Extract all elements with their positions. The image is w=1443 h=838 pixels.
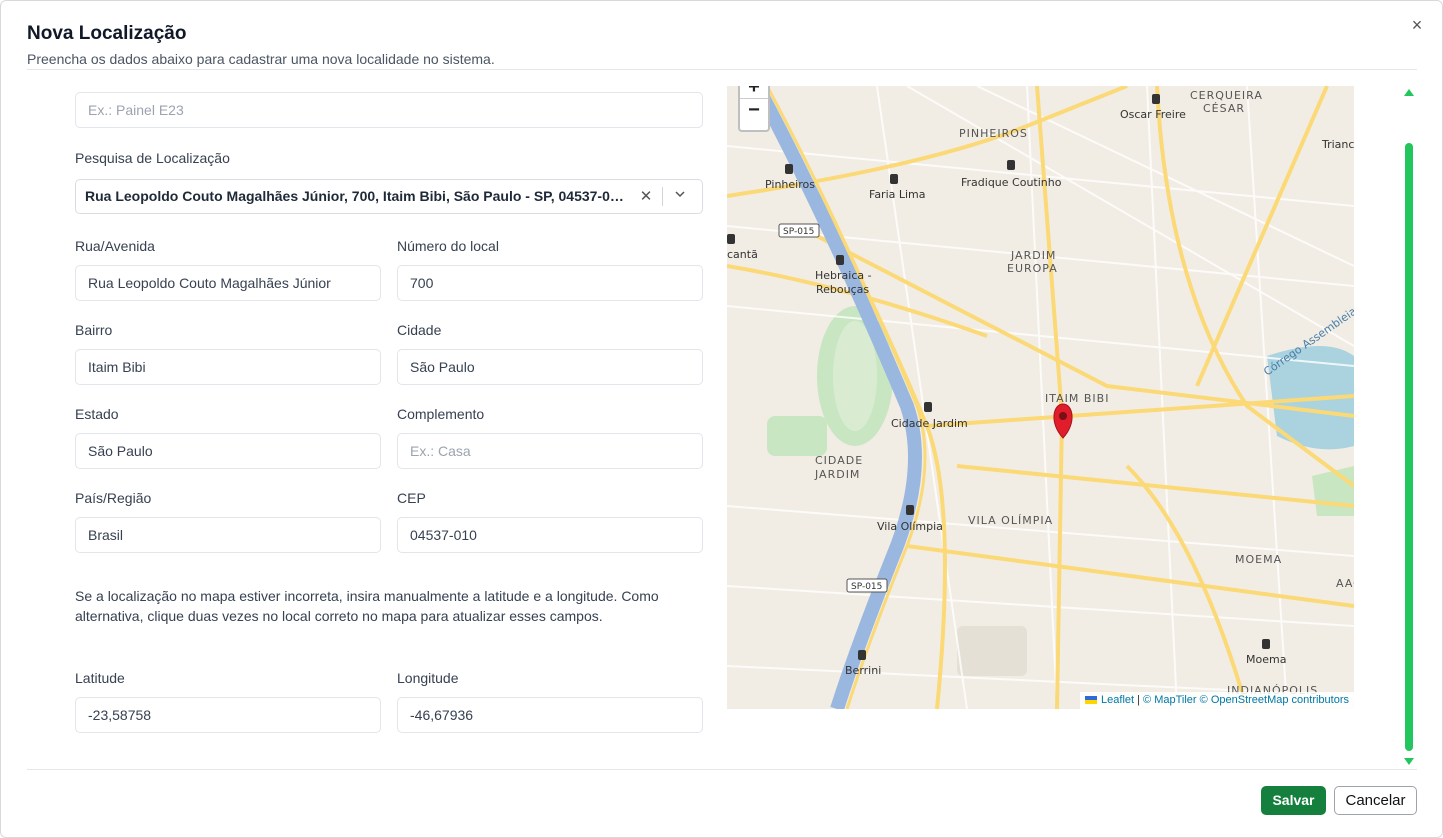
map-attribution: Leaflet | © MapTiler © OpenStreetMap con… <box>1080 692 1354 709</box>
map-label: JARDIM <box>814 468 860 481</box>
map-label: Vila Olímpia <box>877 520 943 533</box>
map-label: Oscar Freire <box>1120 108 1186 121</box>
longitude-label: Longitude <box>397 670 459 686</box>
attribution-separator: | <box>1134 694 1144 706</box>
clear-icon[interactable]: ✕ <box>636 180 656 213</box>
map-label: Trianc <box>1321 138 1354 151</box>
zoom-in-button[interactable]: + <box>740 86 768 99</box>
country-input[interactable]: Brasil <box>75 517 381 553</box>
dialog-subtitle: Preencha os dados abaixo para cadastrar … <box>27 51 495 67</box>
location-search-value: Rua Leopoldo Couto Magalhães Júnior, 700… <box>85 188 630 204</box>
zoom-control: + − <box>738 86 770 132</box>
longitude-input[interactable]: -46,67936 <box>397 697 703 733</box>
zip-label: CEP <box>397 490 426 506</box>
district-input[interactable]: Itaim Bibi <box>75 349 381 385</box>
latitude-label: Latitude <box>75 670 125 686</box>
road-shield: SP-015 <box>783 227 814 237</box>
complement-label: Complemento <box>397 406 485 422</box>
footer-divider <box>27 769 1417 770</box>
country-label: País/Região <box>75 490 152 506</box>
map-label: JARDIM <box>1010 249 1056 262</box>
map-label: Faria Lima <box>869 188 926 201</box>
maptiler-link[interactable]: © MapTiler <box>1143 694 1197 706</box>
search-label: Pesquisa de Localização <box>75 150 230 166</box>
map-label: ITAIM BIBI <box>1045 392 1109 405</box>
number-label: Número do local <box>397 238 499 254</box>
save-button[interactable]: Salvar <box>1261 786 1326 815</box>
cancel-button[interactable]: Cancelar <box>1334 786 1417 815</box>
scroll-up-arrow-icon[interactable] <box>1404 89 1414 96</box>
map-label: Cidade Jardim <box>891 417 968 430</box>
location-map[interactable]: CERQUEIRA CÉSAR Oscar Freire PINHEIROS T… <box>727 86 1354 709</box>
map-label: MOEMA <box>1235 553 1282 566</box>
scroll-down-arrow-icon[interactable] <box>1404 758 1414 765</box>
map-label: CIDADE <box>815 454 863 467</box>
map-label: AAC <box>1336 577 1354 590</box>
map-label: Moema <box>1246 653 1286 666</box>
dialog-title: Nova Localização <box>27 23 187 44</box>
scrollbar-thumb[interactable] <box>1405 143 1413 751</box>
chevron-down-icon[interactable] <box>670 180 690 213</box>
close-icon[interactable]: × <box>1407 15 1427 35</box>
latitude-input[interactable]: -23,58758 <box>75 697 381 733</box>
map-label: EUROPA <box>1007 262 1058 275</box>
header-divider <box>27 69 1417 70</box>
district-label: Bairro <box>75 322 113 338</box>
city-input[interactable]: São Paulo <box>397 349 703 385</box>
zip-input[interactable]: 04537-010 <box>397 517 703 553</box>
map-label: PINHEIROS <box>959 127 1028 140</box>
street-label: Rua/Avenida <box>75 238 155 254</box>
osm-link[interactable]: © OpenStreetMap contributors <box>1200 694 1349 706</box>
map-label: Pinheiros <box>765 178 815 191</box>
map-label: CERQUEIRA <box>1190 89 1263 102</box>
city-label: Cidade <box>397 322 442 338</box>
coordinates-help-text: Se a localização no mapa estiver incorre… <box>75 588 659 624</box>
street-input[interactable]: Rua Leopoldo Couto Magalhães Júnior <box>75 265 381 301</box>
map-label: Rebouças <box>816 283 869 296</box>
complement-input[interactable]: Ex.: Casa <box>397 433 703 469</box>
state-label: Estado <box>75 406 119 422</box>
road-shield: SP-015 <box>851 582 882 592</box>
map-tiles: CERQUEIRA CÉSAR Oscar Freire PINHEIROS T… <box>727 86 1354 709</box>
map-label: CÉSAR <box>1203 102 1245 115</box>
zoom-out-button[interactable]: − <box>740 99 768 122</box>
location-search-select[interactable]: Rua Leopoldo Couto Magalhães Júnior, 700… <box>75 179 703 214</box>
map-label: Hebraica - <box>815 269 872 282</box>
leaflet-link[interactable]: Leaflet <box>1101 694 1134 706</box>
select-separator <box>662 187 663 206</box>
state-input[interactable]: São Paulo <box>75 433 381 469</box>
location-name-input[interactable]: Ex.: Painel E23 <box>75 92 703 128</box>
ukraine-flag-icon <box>1085 696 1098 704</box>
map-label: Berrini <box>845 664 881 677</box>
number-input[interactable]: 700 <box>397 265 703 301</box>
map-label: cantã <box>727 248 758 261</box>
map-label: Fradique Coutinho <box>961 176 1062 189</box>
map-label: VILA OLÍMPIA <box>968 514 1053 527</box>
new-location-dialog: Nova Localização Preencha os dados abaix… <box>0 0 1443 838</box>
